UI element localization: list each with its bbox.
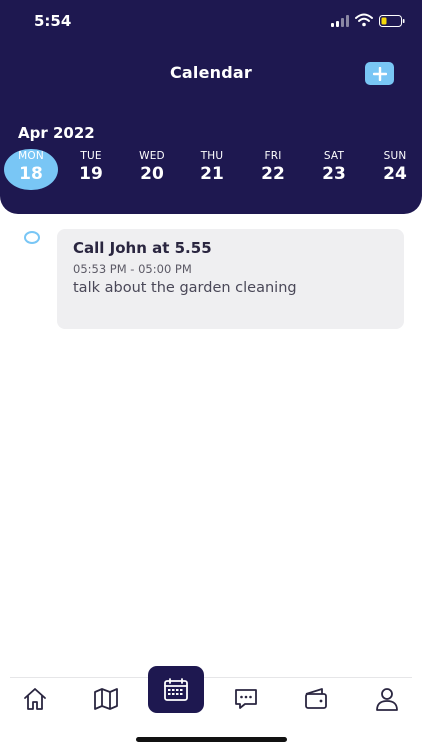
wifi-icon bbox=[355, 13, 373, 27]
day-mon[interactable]: MON 18 bbox=[6, 150, 56, 184]
profile-icon bbox=[376, 688, 398, 711]
day-number: 23 bbox=[322, 164, 346, 184]
day-name: SAT bbox=[323, 150, 345, 162]
plus-icon bbox=[372, 66, 387, 81]
nav-profile[interactable] bbox=[374, 686, 400, 712]
event-card[interactable]: Call John at 5.55 05:53 PM - 05:00 PM ta… bbox=[57, 229, 404, 329]
header: 5:54 Calendar Apr 2022 MON 18 TUE 19 WED… bbox=[0, 0, 422, 214]
day-name: SUN bbox=[383, 150, 407, 162]
day-number: 18 bbox=[19, 164, 43, 184]
event-description: talk about the garden cleaning bbox=[73, 280, 297, 296]
day-wed[interactable]: WED 20 bbox=[127, 150, 177, 184]
event-marker bbox=[24, 231, 40, 244]
month-label: Apr 2022 bbox=[18, 124, 95, 142]
nav-calendar[interactable] bbox=[148, 666, 204, 713]
day-name: MON bbox=[18, 150, 44, 162]
day-fri[interactable]: FRI 22 bbox=[248, 150, 298, 184]
day-number: 21 bbox=[200, 164, 224, 184]
status-bar: 5:54 bbox=[0, 0, 422, 44]
day-sun[interactable]: SUN 24 bbox=[370, 150, 420, 184]
calendar-icon bbox=[164, 677, 188, 701]
signal-icon bbox=[331, 15, 349, 27]
day-thu[interactable]: THU 21 bbox=[187, 150, 237, 184]
day-number: 24 bbox=[383, 164, 407, 184]
wallet-icon bbox=[305, 688, 327, 709]
day-number: 19 bbox=[79, 164, 103, 184]
nav-home[interactable] bbox=[22, 686, 48, 712]
day-name: TUE bbox=[80, 150, 102, 162]
home-indicator[interactable] bbox=[136, 737, 287, 742]
day-name: FRI bbox=[264, 150, 282, 162]
page-title: Calendar bbox=[169, 63, 252, 82]
day-number: 20 bbox=[140, 164, 164, 184]
battery-icon bbox=[379, 15, 405, 27]
nav-chat[interactable] bbox=[233, 686, 259, 712]
nav-map[interactable] bbox=[93, 686, 119, 712]
day-number: 22 bbox=[261, 164, 285, 184]
calendar-screen: 5:54 Calendar Apr 2022 MON 18 TUE 19 WED… bbox=[0, 0, 422, 750]
nav-divider bbox=[10, 677, 412, 678]
event-time: 05:53 PM - 05:00 PM bbox=[73, 262, 192, 276]
day-sat[interactable]: SAT 23 bbox=[309, 150, 359, 184]
day-tue[interactable]: TUE 19 bbox=[66, 150, 116, 184]
event-title: Call John at 5.55 bbox=[73, 239, 212, 257]
day-name: WED bbox=[139, 150, 165, 162]
nav-wallet[interactable] bbox=[303, 686, 329, 712]
chat-icon bbox=[235, 689, 257, 709]
map-icon bbox=[94, 688, 118, 710]
day-name: THU bbox=[200, 150, 224, 162]
add-event-button[interactable] bbox=[365, 62, 394, 85]
status-time: 5:54 bbox=[34, 12, 72, 30]
home-icon bbox=[24, 688, 46, 710]
